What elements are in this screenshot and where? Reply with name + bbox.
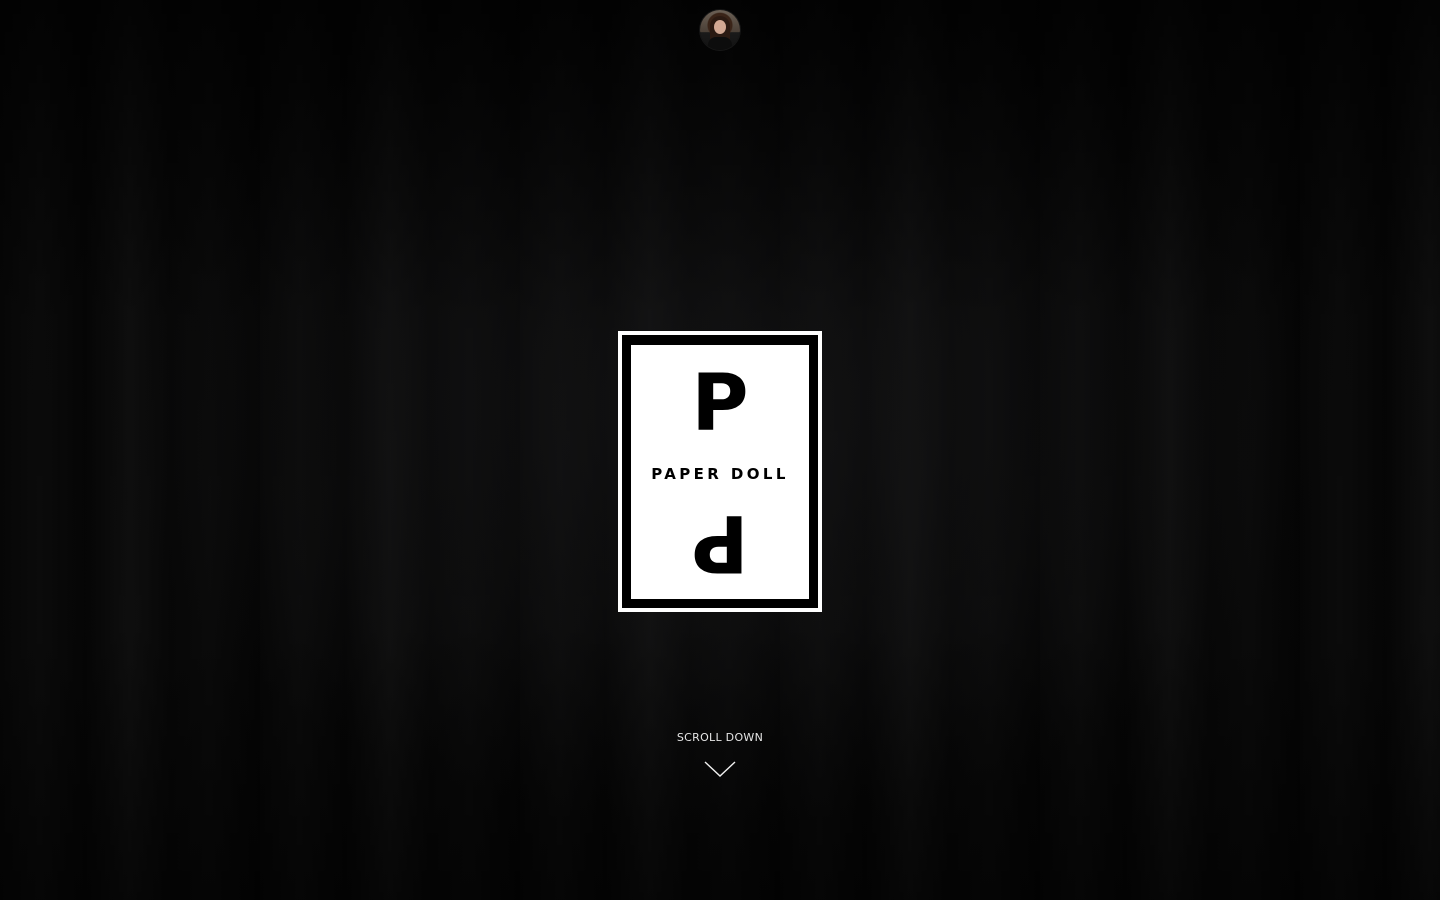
logo-brand-name: PAPER DOLL bbox=[651, 465, 789, 483]
logo-panel: P PAPER DOLL P bbox=[631, 345, 809, 599]
hero-background: P PAPER DOLL P SCROLL DOWN bbox=[0, 0, 1440, 900]
chevron-down-icon[interactable] bbox=[704, 760, 736, 778]
logo-letter-bottom: P bbox=[691, 497, 749, 587]
logo-letter-top: P bbox=[691, 359, 749, 449]
scroll-down-label: SCROLL DOWN bbox=[676, 731, 764, 744]
scroll-down-button[interactable]: SCROLL DOWN bbox=[620, 731, 820, 778]
avatar-body bbox=[708, 37, 732, 50]
paper-doll-logo: P PAPER DOLL P bbox=[618, 331, 822, 612]
avatar-face bbox=[714, 20, 726, 34]
avatar[interactable] bbox=[700, 10, 740, 50]
